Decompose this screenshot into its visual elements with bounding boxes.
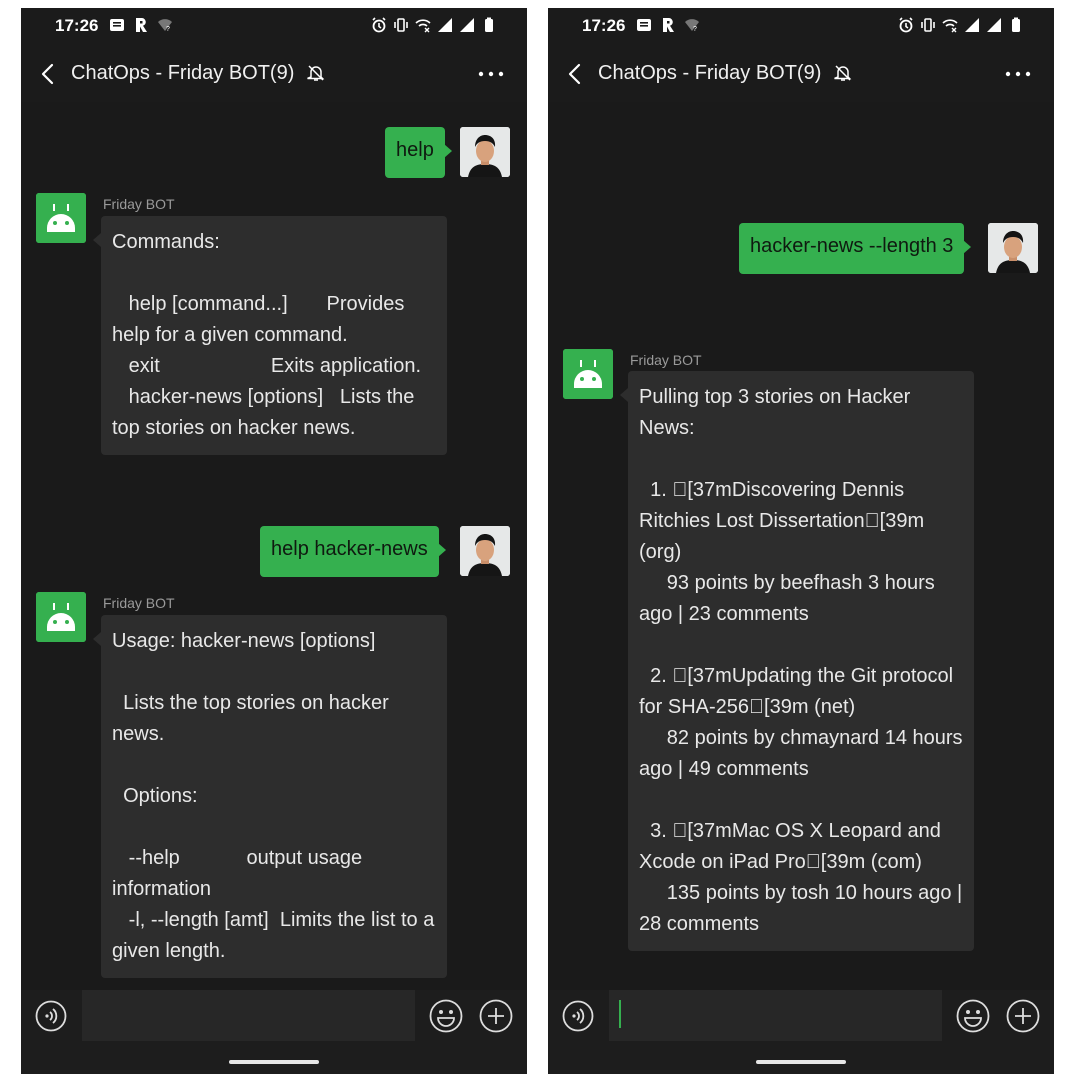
user-photo-icon [460, 526, 510, 576]
home-indicator[interactable] [756, 1060, 846, 1064]
chat-title: ChatOps - Friday BOT(9) [598, 62, 822, 84]
r-app-icon [663, 18, 674, 32]
incoming-message[interactable]: Pulling top 3 stories on Hacker News: 1.… [620, 371, 974, 951]
vibrate-icon [921, 18, 935, 32]
alarm-icon [372, 17, 386, 33]
sender-name: Friday BOT [103, 196, 175, 212]
message-input[interactable] [82, 990, 415, 1041]
message-input[interactable] [609, 990, 942, 1041]
emoji-icon[interactable] [956, 999, 990, 1033]
sender-name: Friday BOT [103, 595, 175, 611]
status-system-icons [371, 17, 497, 33]
bot-avatar[interactable] [36, 193, 86, 243]
user-avatar[interactable] [460, 127, 510, 177]
status-time: 17:26 [582, 16, 626, 35]
incoming-message[interactable]: Commands: help [command...] Provides hel… [93, 216, 447, 455]
voice-icon[interactable] [562, 1000, 594, 1032]
android-robot-icon [563, 349, 613, 399]
status-bar: 17:26 ? [21, 8, 527, 46]
status-time: 17:26 [55, 16, 99, 35]
battery-icon [485, 17, 493, 32]
message-list[interactable]: help Friday BOT Commands: help [command.… [21, 102, 527, 990]
plus-icon[interactable] [1006, 999, 1040, 1033]
vibrate-icon [394, 18, 408, 32]
message-list[interactable]: hacker-news --length 3 Friday BOT Pullin… [548, 102, 1054, 990]
signal-icon-2 [987, 18, 1001, 32]
user-avatar[interactable] [988, 223, 1038, 273]
bell-off-icon [307, 65, 325, 81]
wifi-question-icon: ? [685, 19, 699, 33]
input-bar [548, 990, 1054, 1074]
android-robot-icon [36, 592, 86, 642]
home-indicator[interactable] [229, 1060, 319, 1064]
bot-avatar[interactable] [36, 592, 86, 642]
chat-title: ChatOps - Friday BOT(9) [71, 62, 295, 84]
signal-icon-2 [460, 18, 474, 32]
wifi-off-icon [942, 19, 958, 33]
sender-name: Friday BOT [630, 352, 702, 368]
signal-icon [965, 18, 979, 32]
battery-icon [1012, 17, 1020, 32]
news-icon [110, 19, 124, 31]
status-notification-icons: ? [109, 17, 173, 33]
android-robot-icon [36, 193, 86, 243]
more-dots-icon[interactable] [477, 62, 505, 86]
plus-icon[interactable] [479, 999, 513, 1033]
chat-header: ChatOps - Friday BOT(9) [548, 46, 1054, 102]
bot-avatar[interactable] [563, 349, 613, 399]
bell-off-icon [834, 65, 852, 81]
phone-screen-left: 17:26 ? ChatOps - Friday BOT(9) help Fri… [21, 8, 527, 1074]
user-avatar[interactable] [460, 526, 510, 576]
news-icon [637, 19, 651, 31]
emoji-icon[interactable] [429, 999, 463, 1033]
text-cursor [619, 1000, 621, 1028]
wifi-off-icon [415, 19, 431, 33]
user-photo-icon [460, 127, 510, 177]
wifi-question-icon: ? [158, 19, 172, 33]
outgoing-message[interactable]: help [385, 127, 452, 178]
incoming-message[interactable]: Usage: hacker-news [options] Lists the t… [93, 615, 447, 978]
alarm-icon [899, 17, 913, 33]
phone-screen-right: 17:26 ? ChatOps - Friday BOT(9) hacker-n… [548, 8, 1054, 1074]
signal-icon [438, 18, 452, 32]
back-icon[interactable] [562, 60, 588, 88]
svg-text:?: ? [693, 26, 697, 33]
status-bar: 17:26 ? [548, 8, 1054, 46]
status-notification-icons: ? [636, 17, 700, 33]
svg-text:?: ? [166, 26, 170, 33]
outgoing-message[interactable]: hacker-news --length 3 [739, 223, 972, 274]
more-dots-icon[interactable] [1004, 62, 1032, 86]
back-icon[interactable] [35, 60, 61, 88]
user-photo-icon [988, 223, 1038, 273]
input-bar [21, 990, 527, 1074]
r-app-icon [136, 18, 147, 32]
chat-header: ChatOps - Friday BOT(9) [21, 46, 527, 102]
outgoing-message[interactable]: help hacker-news [260, 526, 446, 577]
status-system-icons [898, 17, 1024, 33]
voice-icon[interactable] [35, 1000, 67, 1032]
